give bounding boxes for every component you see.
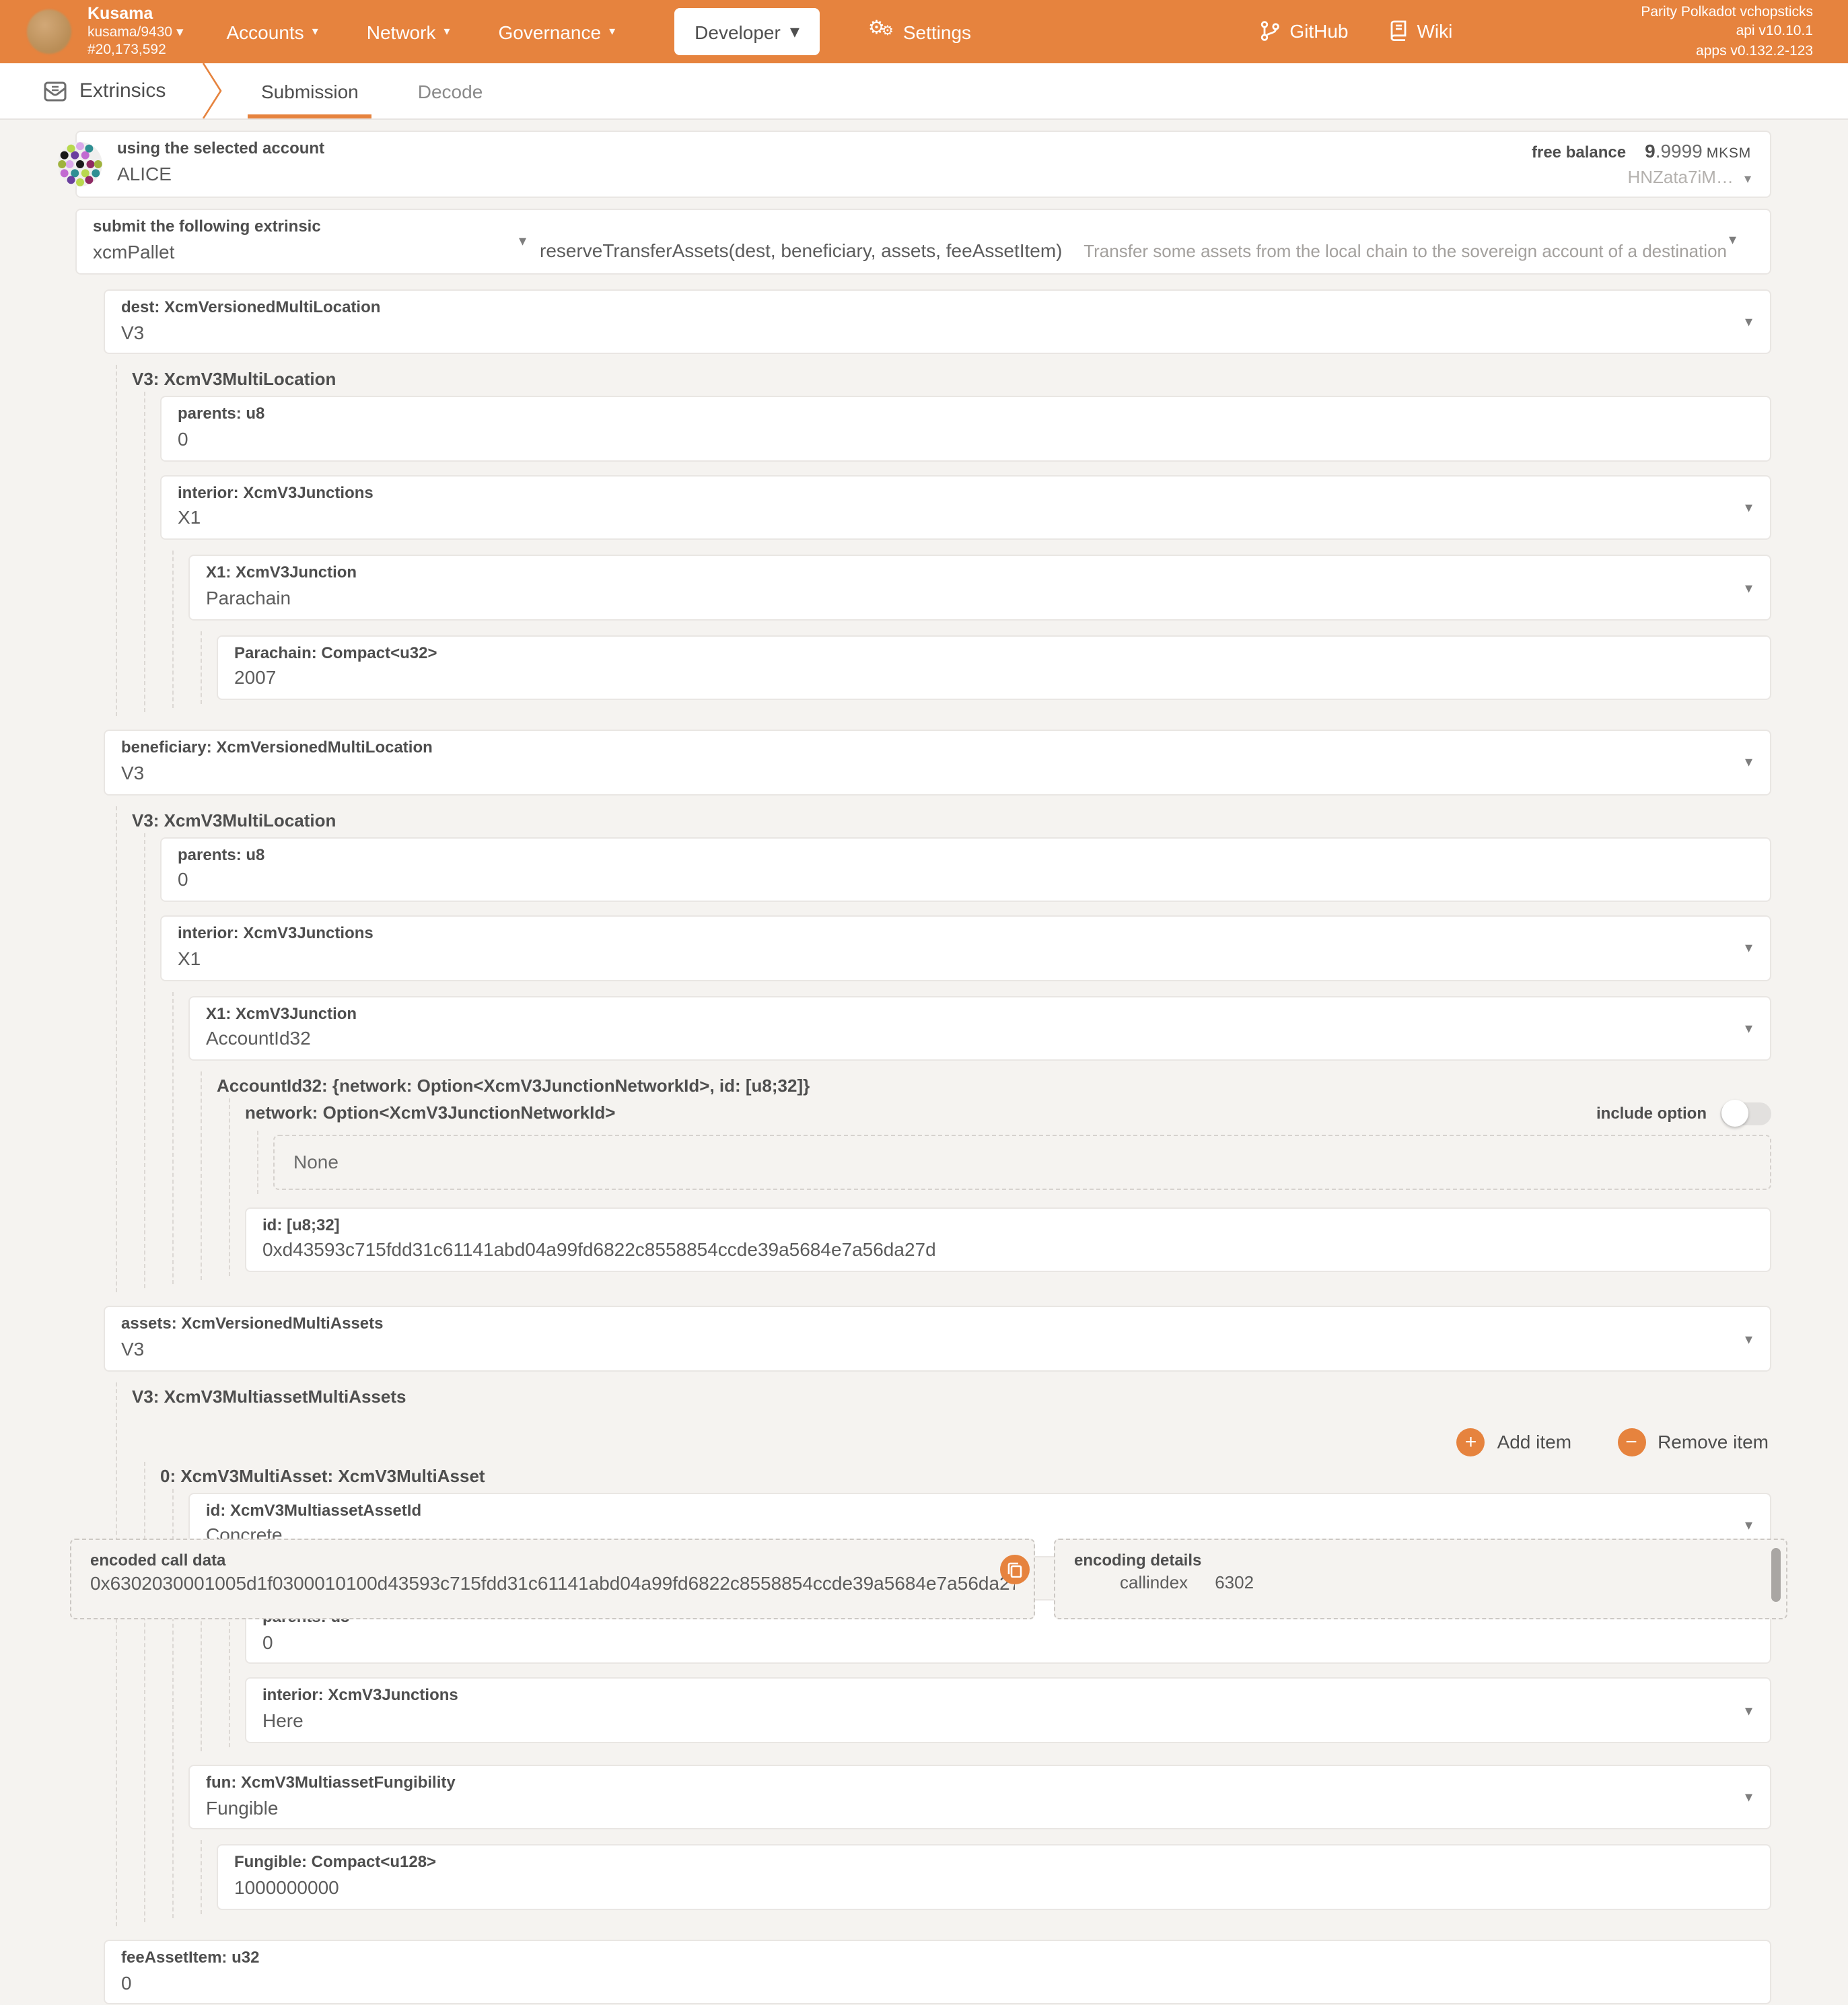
account-select[interactable]: using the selected account ALICE free ba… — [75, 131, 1771, 199]
nav-network[interactable]: Network▾ — [367, 21, 450, 42]
tab-bar: Extrinsics Submission Decode — [0, 63, 1848, 120]
param-network-none: None — [273, 1135, 1771, 1190]
extrinsic-selector: submit the following extrinsic xcmPallet… — [75, 209, 1771, 275]
param-dest[interactable]: dest: XcmVersionedMultiLocation V3 ▾ — [104, 289, 1771, 355]
tab-submission[interactable]: Submission — [258, 63, 361, 118]
chain-node: kusama/9430 ▾ — [87, 24, 184, 42]
breadcrumb-chevron — [202, 63, 223, 118]
param-beneficiary[interactable]: beneficiary: XcmVersionedMultiLocation V… — [104, 730, 1771, 795]
chevron-down-icon: ▾ — [790, 20, 799, 43]
remove-item-button[interactable]: − Remove item — [1617, 1428, 1769, 1456]
method-signature: reserveTransferAssets(dest, beneficiary,… — [540, 240, 1063, 262]
section-header: V3: XcmV3MultiLocation — [132, 810, 1771, 833]
content-area: using the selected account ALICE free ba… — [0, 120, 1848, 1630]
encoding-details: encoding details callindex 6302 — [1054, 1539, 1787, 1619]
chevron-down-icon: ▾ — [1745, 499, 1752, 516]
add-item-button[interactable]: + Add item — [1457, 1428, 1572, 1456]
chevron-down-icon: ▾ — [1729, 231, 1736, 248]
copy-icon — [1007, 1561, 1023, 1578]
section-header: AccountId32: {network: Option<XcmV3Junct… — [217, 1076, 1771, 1098]
chain-logo[interactable] — [27, 9, 71, 54]
remove-icon: − — [1617, 1428, 1645, 1456]
breadcrumb-label: Extrinsics — [79, 79, 166, 102]
chevron-down-icon: ▾ — [609, 24, 615, 39]
section-header: V3: XcmV3MultiLocation — [132, 370, 1771, 392]
param-dest-parachain[interactable]: Parachain: Compact<u32> 2007 — [217, 635, 1771, 701]
param-beneficiary-interior[interactable]: interior: XcmV3Junctions X1 ▾ — [160, 915, 1771, 981]
encoded-call-data-value: 0x6302030001005d1f0300010100d43593c715fd… — [90, 1572, 1015, 1594]
chain-selector[interactable]: Kusama kusama/9430 ▾ #20,173,592 — [87, 3, 184, 60]
account-label: using the selected account — [117, 139, 324, 160]
chevron-down-icon: ▾ — [312, 24, 318, 39]
chevron-down-icon: ▾ — [1745, 754, 1752, 771]
github-icon — [1260, 21, 1280, 42]
chevron-down-icon: ▾ — [1745, 1701, 1752, 1719]
nav-settings[interactable]: ⚙⚙ Settings — [868, 20, 971, 44]
param-concrete-interior[interactable]: interior: XcmV3Junctions Here ▾ — [245, 1678, 1771, 1743]
chevron-down-icon: ▾ — [1745, 1788, 1752, 1806]
method-select[interactable]: reserveTransferAssets(dest, beneficiary,… — [521, 217, 1754, 262]
chevron-down-icon: ▾ — [176, 24, 184, 40]
chevron-down-icon: ▾ — [1745, 579, 1752, 596]
pallet-select[interactable]: submit the following extrinsic xcmPallet… — [93, 217, 521, 265]
chevron-down-icon: ▾ — [1745, 1516, 1752, 1534]
scrollbar-thumb[interactable] — [1771, 1548, 1781, 1602]
chevron-down-icon: ▾ — [1745, 940, 1752, 957]
breadcrumb: Extrinsics — [43, 79, 194, 103]
encoded-call-data: encoded call data 0x6302030001005d1f0300… — [70, 1539, 1035, 1619]
main-nav: Accounts▾ Network▾ Governance▾ Developer… — [227, 8, 972, 55]
nav-developer[interactable]: Developer▾ — [674, 8, 820, 55]
account-name: ALICE — [117, 161, 324, 186]
version-info: Parity Polkadot vchopsticks api v10.10.1… — [1641, 3, 1813, 60]
param-dest-interior[interactable]: interior: XcmV3Junctions X1 ▾ — [160, 475, 1771, 540]
nav-accounts[interactable]: Accounts▾ — [227, 21, 318, 42]
chain-block-number: #20,173,592 — [87, 42, 184, 60]
add-icon: + — [1457, 1428, 1485, 1456]
free-balance: free balance9.9999MKSM — [1532, 139, 1751, 164]
method-description: Transfer some assets from the local chai… — [1083, 242, 1754, 262]
toggle-knob — [1721, 1100, 1748, 1127]
chevron-down-icon: ▾ — [443, 24, 450, 39]
section-header: V3: XcmV3MultiassetMultiAssets — [132, 1386, 1771, 1409]
chevron-down-icon: ▾ — [1745, 1020, 1752, 1037]
callindex-label: callindex — [1120, 1572, 1188, 1592]
callindex-value: 6302 — [1215, 1572, 1254, 1592]
account-identicon[interactable] — [58, 142, 102, 186]
param-beneficiary-x1[interactable]: X1: XcmV3Junction AccountId32 ▾ — [188, 995, 1771, 1061]
include-option-label: include option — [1596, 1104, 1707, 1123]
param-dest-parents[interactable]: parents: u8 0 — [160, 396, 1771, 462]
param-fee-asset-item[interactable]: feeAssetItem: u32 0 — [104, 1940, 1771, 2005]
section-header: 0: XcmV3MultiAsset: XcmV3MultiAsset — [160, 1465, 1771, 1488]
chevron-down-icon: ▾ — [1745, 313, 1752, 330]
extrinsics-icon — [43, 79, 67, 103]
param-beneficiary-parents[interactable]: parents: u8 0 — [160, 837, 1771, 902]
chain-name: Kusama — [87, 3, 184, 24]
account-address[interactable]: HNZata7iM…▾ — [1532, 166, 1751, 189]
param-beneficiary-id[interactable]: id: [u8;32] 0xd43593c715fdd31c61141abd04… — [245, 1207, 1771, 1273]
param-fungible-amount[interactable]: Fungible: Compact<u128> 1000000000 — [217, 1845, 1771, 1910]
section-header: network: Option<XcmV3JunctionNetworkId> — [245, 1102, 615, 1125]
top-bar: Kusama kusama/9430 ▾ #20,173,592 Account… — [0, 0, 1848, 63]
nav-governance[interactable]: Governance▾ — [499, 21, 616, 42]
wiki-icon — [1389, 21, 1408, 42]
chevron-down-icon: ▾ — [1744, 172, 1751, 187]
settings-icon: ⚙⚙ — [868, 20, 895, 44]
chevron-down-icon: ▾ — [1745, 1330, 1752, 1347]
tab-decode[interactable]: Decode — [415, 63, 486, 118]
include-option-toggle[interactable] — [1720, 1102, 1771, 1125]
wiki-link[interactable]: Wiki — [1389, 21, 1453, 42]
github-link[interactable]: GitHub — [1260, 21, 1348, 42]
copy-button[interactable] — [1000, 1555, 1030, 1584]
param-dest-x1[interactable]: X1: XcmV3Junction Parachain ▾ — [188, 555, 1771, 621]
param-assets[interactable]: assets: XcmVersionedMultiAssets V3 ▾ — [104, 1306, 1771, 1372]
param-asset-fun[interactable]: fun: XcmV3MultiassetFungibility Fungible… — [188, 1765, 1771, 1830]
